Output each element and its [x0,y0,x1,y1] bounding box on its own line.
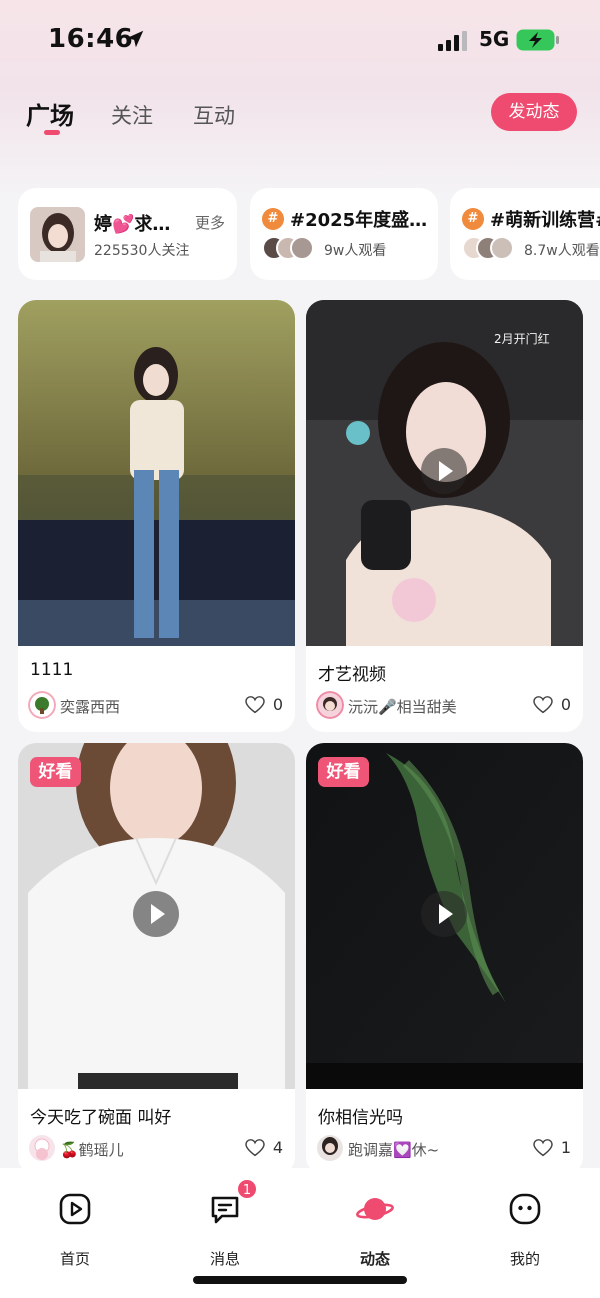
topic-strip: 婷💕求… 更多 225530人关注 # #2025年度盛… 9w人观看 # #萌… [0,188,600,280]
message-badge: 1 [236,1178,258,1200]
post-button[interactable]: 发动态 [491,93,577,131]
play-icon[interactable] [421,448,467,494]
feed-card[interactable]: 2月开门红 才艺视频 沅沅🎤相当甜美 0 [306,300,583,732]
author-name[interactable]: 跑调嘉💟休~ [348,1139,439,1160]
avatar[interactable] [28,1134,56,1162]
featured-user-name: 婷💕求… [94,214,171,235]
hashtag-icon: # [462,208,484,230]
viewer-avatars [262,236,322,262]
featured-user-card[interactable]: 婷💕求… 更多 225530人关注 [18,188,237,280]
like-count: 0 [560,695,571,714]
feed-card[interactable]: 好看 今天吃了碗面 叫好 🍒鹤瑶儿 4 [18,743,295,1175]
smile-face-icon [509,1193,541,1225]
avatar[interactable] [28,691,56,719]
topic-title: #2025年度盛… [290,210,428,231]
heart-icon [533,1139,553,1157]
home-indicator [193,1276,407,1284]
post-video-thumbnail: 2月开门红 [306,300,583,646]
post-title: 今天吃了碗面 叫好 [30,1108,172,1128]
viewer-count: 9w人观看 [324,243,387,259]
play-icon[interactable] [421,891,467,937]
post-video-thumbnail: 好看 [306,743,583,1089]
location-arrow-icon [126,30,144,48]
avatar[interactable] [316,691,344,719]
tab-following[interactable]: 关注 [111,100,153,130]
author-name[interactable]: 沅沅🎤相当甜美 [348,696,457,717]
topic-card[interactable]: # #萌新训练营# 8.7w人观看 [450,188,600,280]
avatar[interactable] [316,1134,344,1162]
viewer-avatars [462,236,522,262]
recommend-badge: 好看 [318,757,369,787]
post-image [18,300,295,646]
like-count: 4 [272,1138,283,1157]
follower-count: 225530人关注 [94,243,190,259]
topic-title: #萌新训练营# [490,210,600,231]
more-link[interactable]: 更多 [195,212,225,233]
like-count: 0 [272,695,283,714]
heart-icon [533,696,553,714]
play-icon[interactable] [133,891,179,937]
nav-messages[interactable]: 消息 [185,1188,265,1268]
planet-icon [356,1198,394,1220]
nav-profile[interactable]: 我的 [485,1188,565,1268]
network-type: 5G [479,27,510,51]
tab-indicator [44,130,60,135]
heart-icon [245,1139,265,1157]
play-square-icon [59,1193,91,1225]
message-icon [211,1196,239,1224]
status-time: 16:46 [48,24,134,54]
nav-home[interactable]: 首页 [35,1188,115,1268]
hashtag-icon: # [262,208,284,230]
feed-card[interactable]: 1111 奕露西西 0 [18,300,295,732]
post-title: 1111 [30,660,74,680]
like-count: 1 [560,1138,571,1157]
avatar [290,236,314,260]
heart-icon [245,696,265,714]
tab-interaction[interactable]: 互动 [193,100,235,130]
nav-label: 我的 [509,1250,540,1268]
author-name[interactable]: 🍒鹤瑶儿 [60,1139,124,1160]
tab-square[interactable]: 广场 [26,96,74,131]
nav-label: 消息 [209,1250,240,1268]
signal-icon [438,31,467,51]
nav-label: 动态 [359,1250,390,1268]
battery-charging-icon [516,29,559,51]
post-video-thumbnail: 好看 [18,743,295,1089]
video-overlay-text: 2月开门红 [494,332,550,346]
post-title: 你相信光吗 [318,1108,403,1128]
feed-card[interactable]: 好看 你相信光吗 跑调嘉💟休~ 1 [306,743,583,1175]
viewer-count: 8.7w人观看 [524,243,600,259]
nav-feed[interactable]: 动态 [335,1188,415,1268]
recommend-badge: 好看 [30,757,81,787]
avatar [490,236,514,260]
topic-card[interactable]: # #2025年度盛… 9w人观看 [250,188,438,280]
post-title: 才艺视频 [318,665,386,685]
author-name[interactable]: 奕露西西 [60,696,120,717]
avatar [30,207,85,262]
nav-label: 首页 [59,1250,90,1268]
status-bar: 16:46 5G [0,0,600,80]
